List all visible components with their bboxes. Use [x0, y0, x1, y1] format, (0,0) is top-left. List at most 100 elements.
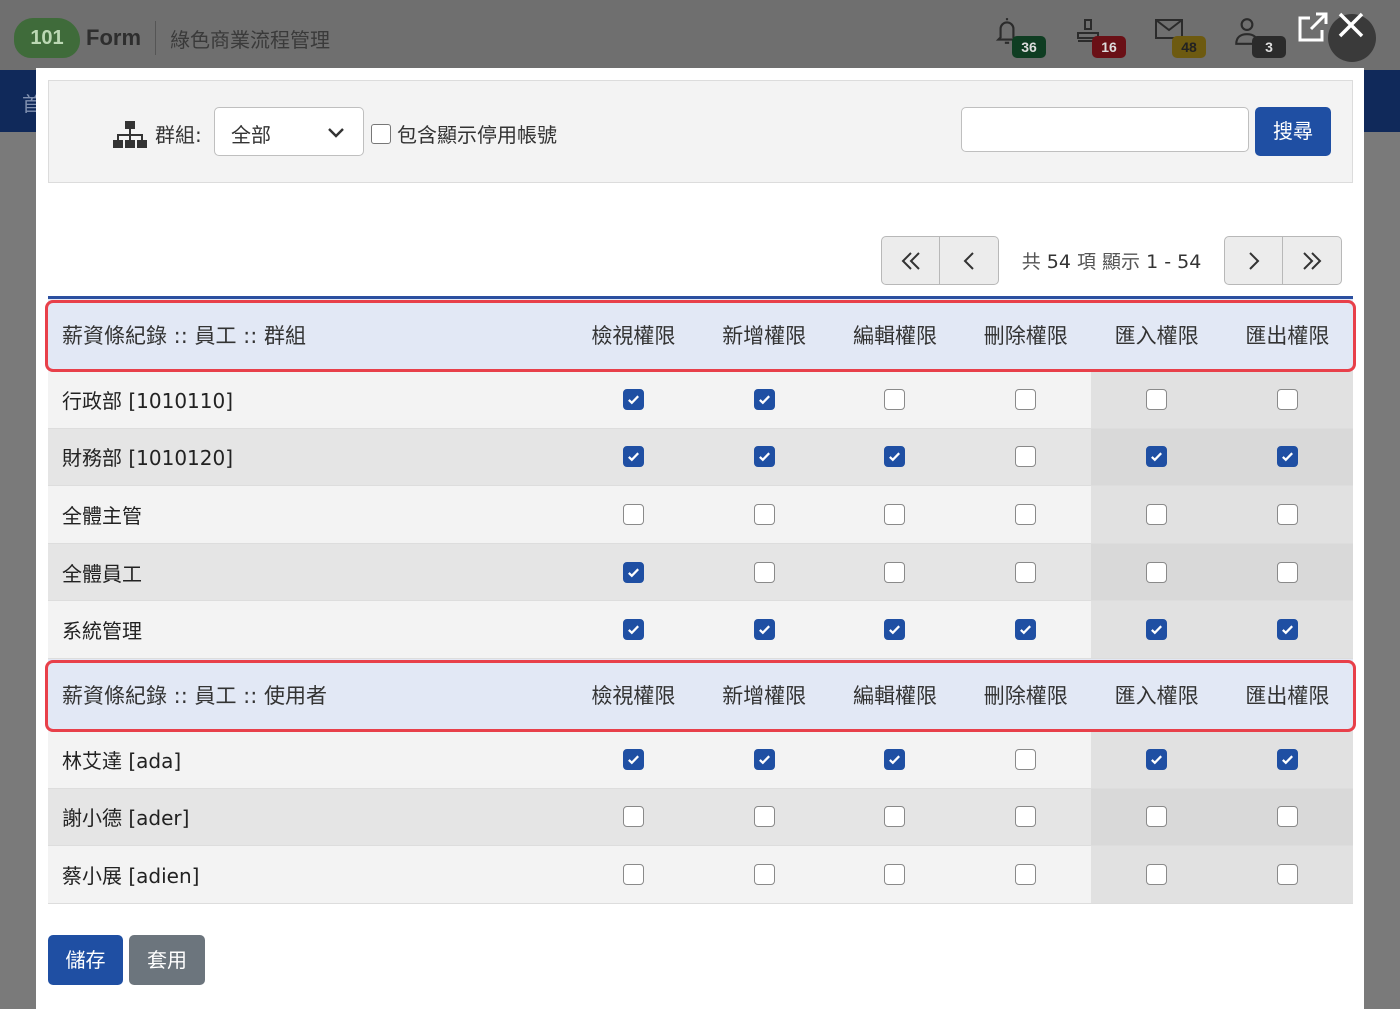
permission-cell — [960, 789, 1091, 846]
row-name: 全體員工 — [62, 561, 142, 586]
include-disabled-label[interactable]: 包含顯示停用帳號 — [397, 119, 557, 148]
permission-checkbox[interactable] — [622, 619, 644, 641]
permission-checkbox[interactable] — [884, 863, 906, 885]
check-icon — [627, 452, 639, 462]
last-page-button[interactable] — [1283, 236, 1342, 285]
permission-checkbox[interactable] — [1146, 446, 1168, 468]
highlight-box — [45, 659, 1356, 732]
check-icon — [1281, 452, 1293, 462]
permission-checkbox[interactable] — [753, 503, 775, 525]
notifications-badge: 36 — [1012, 36, 1046, 58]
chevron-down-icon — [328, 128, 344, 138]
search-input[interactable] — [961, 107, 1249, 152]
app-header: 101 Form 綠色商業流程管理 36 16 48 3 — [0, 0, 1400, 70]
permission-checkbox[interactable] — [753, 863, 775, 885]
permission-checkbox[interactable] — [1015, 446, 1037, 468]
permissions-modal: 群組: 全部 包含顯示停用帳號 搜尋 共 54 項 顯示 1 - 54 薪資條紀… — [36, 68, 1364, 1009]
permission-checkbox[interactable] — [1276, 561, 1298, 583]
permission-checkbox[interactable] — [622, 503, 644, 525]
permission-checkbox[interactable] — [884, 446, 906, 468]
permission-checkbox[interactable] — [1146, 806, 1168, 828]
permission-checkbox[interactable] — [1276, 388, 1298, 410]
permission-checkbox[interactable] — [1276, 619, 1298, 641]
pagination-range: 1 - 54 — [1146, 251, 1202, 273]
permission-checkbox[interactable] — [1146, 388, 1168, 410]
permission-checkbox[interactable] — [884, 806, 906, 828]
permission-checkbox[interactable] — [1015, 806, 1037, 828]
permission-cell — [568, 601, 699, 658]
permission-checkbox[interactable] — [753, 748, 775, 770]
permission-checkbox[interactable] — [1146, 503, 1168, 525]
permission-checkbox[interactable] — [884, 561, 906, 583]
permission-checkbox[interactable] — [753, 561, 775, 583]
messages-button[interactable]: 48 — [1150, 16, 1230, 60]
permission-checkbox[interactable] — [753, 388, 775, 410]
permission-checkbox[interactable] — [753, 446, 775, 468]
permission-checkbox[interactable] — [622, 806, 644, 828]
permission-checkbox[interactable] — [1146, 748, 1168, 770]
permission-checkbox[interactable] — [1015, 561, 1037, 583]
permission-checkbox[interactable] — [1015, 863, 1037, 885]
highlight-box — [45, 300, 1356, 372]
check-icon — [627, 755, 639, 765]
permission-checkbox[interactable] — [622, 388, 644, 410]
first-page-button[interactable] — [881, 236, 940, 285]
permission-cell — [699, 486, 830, 543]
prev-page-button[interactable] — [940, 236, 999, 285]
permission-checkbox[interactable] — [1015, 748, 1037, 770]
permission-checkbox[interactable] — [884, 388, 906, 410]
group-select-value: 全部 — [231, 123, 271, 147]
external-link-icon[interactable] — [1296, 10, 1330, 44]
permission-checkbox[interactable] — [753, 806, 775, 828]
permission-checkbox[interactable] — [884, 748, 906, 770]
close-modal-button[interactable] — [1328, 4, 1374, 50]
next-page-button[interactable] — [1224, 236, 1283, 285]
row-name: 全體主管 — [62, 503, 142, 528]
permission-checkbox[interactable] — [884, 503, 906, 525]
permission-cell — [830, 544, 961, 601]
search-button[interactable]: 搜尋 — [1255, 107, 1331, 156]
permission-checkbox[interactable] — [622, 748, 644, 770]
permission-checkbox[interactable] — [1015, 388, 1037, 410]
permission-cell — [699, 731, 830, 788]
permission-checkbox[interactable] — [622, 561, 644, 583]
permission-cell — [1091, 543, 1222, 601]
permission-checkbox[interactable] — [753, 619, 775, 641]
permission-checkbox[interactable] — [1146, 863, 1168, 885]
row-name: 行政部 [1010110] — [62, 388, 234, 413]
permission-checkbox[interactable] — [1276, 806, 1298, 828]
table-row: 蔡小展 [adien] — [48, 846, 1353, 904]
messages-badge: 48 — [1172, 36, 1206, 58]
save-button[interactable]: 儲存 — [48, 935, 123, 985]
apply-button[interactable]: 套用 — [129, 935, 205, 985]
table-row: 林艾達 [ada] — [48, 730, 1353, 789]
permission-checkbox[interactable] — [1276, 748, 1298, 770]
permission-checkbox[interactable] — [1015, 619, 1037, 641]
approvals-button[interactable]: 16 — [1070, 16, 1150, 60]
permission-cell — [830, 731, 961, 788]
users-badge: 3 — [1252, 36, 1286, 58]
permission-checkbox[interactable] — [1146, 561, 1168, 583]
permission-cell — [699, 371, 830, 428]
table-row: 全體主管 — [48, 486, 1353, 544]
permission-checkbox[interactable] — [1276, 446, 1298, 468]
app-logo[interactable]: 101 Form 綠色商業流程管理 — [14, 18, 330, 58]
pagination-items-label: 項 — [1076, 251, 1096, 273]
permission-checkbox[interactable] — [622, 863, 644, 885]
permission-checkbox[interactable] — [1276, 863, 1298, 885]
permission-cell — [1221, 788, 1353, 846]
permission-cell — [960, 371, 1091, 428]
permission-cell — [699, 429, 830, 486]
permission-checkbox[interactable] — [1015, 503, 1037, 525]
permission-cell — [699, 544, 830, 601]
notifications-button[interactable]: 36 — [990, 16, 1070, 60]
modal-footer: 儲存 套用 — [48, 935, 205, 985]
permission-cell — [960, 486, 1091, 543]
permission-checkbox[interactable] — [1276, 503, 1298, 525]
permission-checkbox[interactable] — [884, 619, 906, 641]
include-disabled-checkbox[interactable] — [371, 124, 391, 144]
permission-cell — [1221, 486, 1353, 543]
permission-checkbox[interactable] — [1146, 619, 1168, 641]
permission-checkbox[interactable] — [622, 446, 644, 468]
group-select[interactable]: 全部 — [214, 107, 364, 156]
